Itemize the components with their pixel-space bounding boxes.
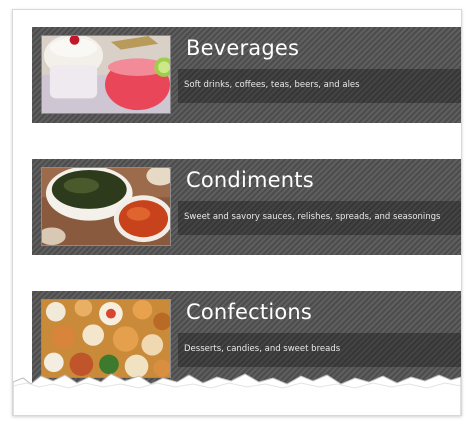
beverages-thumbnail <box>41 35 171 114</box>
category-description: Sweet and savory sauces, relishes, sprea… <box>184 212 441 222</box>
category-description: Soft drinks, coffees, teas, beers, and a… <box>184 80 360 90</box>
category-title: Confections <box>186 300 313 324</box>
category-title: Condiments <box>186 168 314 192</box>
category-card-condiments[interactable]: Condiments Sweet and savory sauces, reli… <box>32 159 461 255</box>
category-card-beverages[interactable]: Beverages Soft drinks, coffees, teas, be… <box>32 27 461 123</box>
beverages-photo <box>42 36 170 113</box>
condiments-photo <box>42 168 170 245</box>
torn-edge-decoration <box>13 373 461 415</box>
category-list-frame: Beverages Soft drinks, coffees, teas, be… <box>12 9 462 416</box>
category-title: Beverages <box>186 36 300 60</box>
condiments-thumbnail <box>41 167 171 246</box>
category-description: Desserts, candies, and sweet breads <box>184 344 341 354</box>
